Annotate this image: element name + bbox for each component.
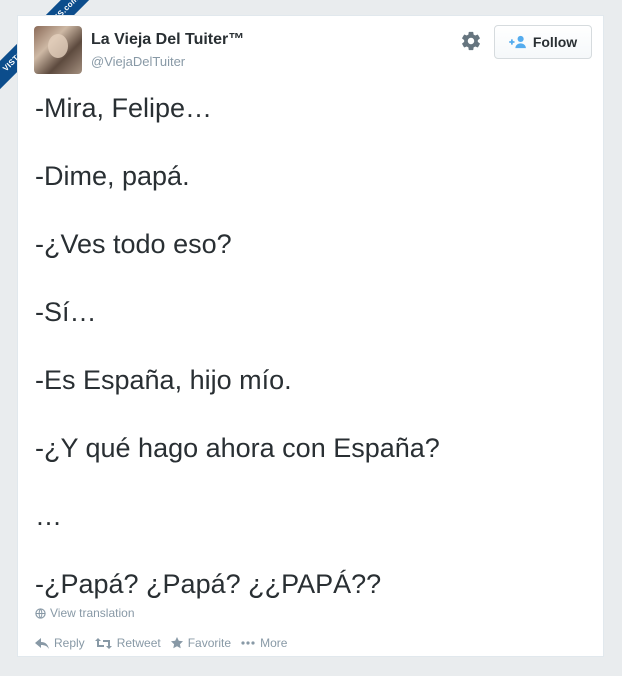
tweet-line: … <box>35 501 62 531</box>
tweet-line: -Mira, Felipe… <box>35 93 213 123</box>
reply-label: Reply <box>54 636 85 650</box>
author-handle[interactable]: @ViejaDelTuiter <box>91 54 185 69</box>
tweet-actions: Reply Retweet Favorite More <box>35 636 287 650</box>
tweet-line: -¿Y qué hago ahora con España? <box>35 433 440 463</box>
tweet-line: -Es España, hijo mío. <box>35 365 292 395</box>
tweet-line: -¿Ves todo eso? <box>35 229 232 259</box>
view-translation-link[interactable]: View translation <box>35 606 135 620</box>
globe-icon <box>35 607 46 619</box>
more-label: More <box>260 636 288 650</box>
view-translation-label: View translation <box>50 606 135 620</box>
more-button[interactable]: More <box>241 636 287 650</box>
reply-button[interactable]: Reply <box>35 636 85 650</box>
favorite-label: Favorite <box>187 636 232 650</box>
ellipsis-icon <box>241 641 255 645</box>
follow-label: Follow <box>532 34 578 50</box>
tweet-line: -Dime, papá. <box>35 161 190 191</box>
retweet-button[interactable]: Retweet <box>94 636 161 650</box>
tweet-line: -¿Papá? ¿Papá? ¿¿PAPÁ?? <box>35 569 382 599</box>
retweet-icon <box>94 637 112 649</box>
tweet-line: -Sí… <box>35 297 97 327</box>
tweet-card: La Vieja Del Tuiter™ @ViejaDelTuiter Fol… <box>17 15 604 657</box>
tweet-text: -Mira, Felipe… -Dime, papá. -¿Ves todo e… <box>35 91 440 635</box>
author-name[interactable]: La Vieja Del Tuiter™ <box>91 31 244 49</box>
follow-user-icon <box>509 35 526 49</box>
favorite-button[interactable]: Favorite <box>170 636 232 650</box>
avatar[interactable] <box>34 26 82 74</box>
star-icon <box>170 637 183 649</box>
follow-button[interactable]: Follow <box>494 25 592 59</box>
reply-icon <box>35 637 49 649</box>
gear-icon[interactable] <box>460 30 482 52</box>
retweet-label: Retweet <box>116 636 161 650</box>
